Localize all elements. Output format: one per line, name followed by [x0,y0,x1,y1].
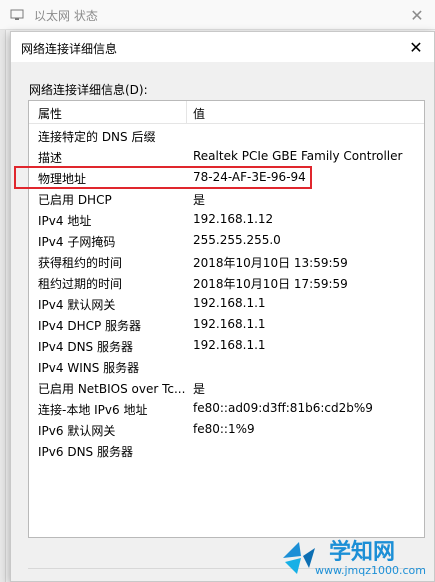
property-cell: IPv6 DNS 服务器 [38,445,133,459]
list-item[interactable]: 租约过期的时间 2018年10月10日 17:59:59 [29,272,424,293]
property-cell: IPv4 DNS 服务器 [38,340,133,354]
value-cell: 192.168.1.1 [193,338,266,352]
value-cell: fe80::ad09:d3ff:81b6:cd2b%9 [193,401,373,415]
listview-header: 属性 值 [29,101,424,124]
list-item[interactable]: 已启用 DHCP 是 [29,188,424,209]
value-cell: 2018年10月10日 17:59:59 [193,277,348,291]
ethernet-status-titlebar: 以太网 状态 ✕ [0,0,435,30]
value-cell: 192.168.1.1 [193,317,266,331]
list-item[interactable]: IPv6 默认网关 fe80::1%9 [29,419,424,440]
value-cell: fe80::1%9 [193,422,255,436]
watermark-title: 学知网 [329,540,396,565]
property-cell: 租约过期的时间 [38,277,123,291]
property-cell: 已启用 NetBIOS over Tc... [38,382,186,396]
property-cell: IPv4 默认网关 [38,298,116,312]
value-cell: 2018年10月10日 13:59:59 [193,256,348,270]
ethernet-status-body-edge [0,30,6,582]
column-header-value[interactable]: 值 [193,105,205,122]
list-item[interactable]: IPv6 DNS 服务器 [29,440,424,461]
network-connection-details-dialog: 网络连接详细信息 ✕ 网络连接详细信息(D): 属性 值 连接特定的 DNS 后… [10,31,435,582]
list-item[interactable]: 连接特定的 DNS 后缀 [29,125,424,146]
list-item[interactable]: 描述 Realtek PCIe GBE Family Controller [29,146,424,167]
list-item[interactable]: IPv4 DNS 服务器 192.168.1.1 [29,335,424,356]
list-item[interactable]: 获得租约的时间 2018年10月10日 13:59:59 [29,251,424,272]
list-item[interactable]: IPv4 地址 192.168.1.12 [29,209,424,230]
watermark-url: www.jmqz1000.com [315,564,426,577]
property-cell: 描述 [38,151,63,165]
column-divider[interactable] [186,101,187,124]
list-item[interactable]: 连接-本地 IPv6 地址 fe80::ad09:d3ff:81b6:cd2b%… [29,398,424,419]
value-cell: 是 [193,382,206,396]
property-cell: IPv6 默认网关 [38,424,116,438]
list-item[interactable]: IPv4 DHCP 服务器 192.168.1.1 [29,314,424,335]
property-cell: 连接-本地 IPv6 地址 [38,403,148,417]
ethernet-status-close-button[interactable]: ✕ [399,0,435,30]
value-cell: 255.255.255.0 [193,233,281,247]
ethernet-status-title: 以太网 状态 [34,9,98,23]
value-cell: 是 [193,193,206,207]
watermark-logo-icon [283,542,315,574]
value-cell: 192.168.1.12 [193,212,274,226]
list-item[interactable]: 物理地址 78-24-AF-3E-96-94 [29,167,424,188]
list-item[interactable]: IPv4 WINS 服务器 [29,356,424,377]
property-cell: IPv4 DHCP 服务器 [38,319,142,333]
property-cell: IPv4 WINS 服务器 [38,361,140,375]
property-cell: IPv4 地址 [38,214,92,228]
close-icon: ✕ [410,5,424,25]
details-list-label: 网络连接详细信息(D): [29,83,148,97]
details-listview[interactable]: 属性 值 连接特定的 DNS 后缀 描述 Realtek PCIe GBE Fa… [28,100,425,538]
dialog-close-button[interactable]: ✕ [398,32,434,62]
value-cell: 192.168.1.1 [193,296,266,310]
property-cell: 连接特定的 DNS 后缀 [38,130,156,144]
list-item[interactable]: IPv4 子网掩码 255.255.255.0 [29,230,424,251]
property-cell: 物理地址 [38,172,87,186]
column-header-property[interactable]: 属性 [38,105,62,122]
dialog-titlebar: 网络连接详细信息 ✕ [11,32,434,62]
value-cell: 78-24-AF-3E-96-94 [193,170,306,184]
property-cell: 获得租约的时间 [38,256,123,270]
list-item[interactable]: IPv4 默认网关 192.168.1.1 [29,293,424,314]
property-cell: 已启用 DHCP [38,193,112,207]
close-icon: ✕ [409,37,423,57]
site-watermark: 学知网 www.jmqz1000.com [269,534,429,580]
dialog-title: 网络连接详细信息 [21,42,118,56]
list-item[interactable]: 已启用 NetBIOS over Tc... 是 [29,377,424,398]
network-icon [10,9,24,20]
property-cell: IPv4 子网掩码 [38,235,116,249]
value-cell: Realtek PCIe GBE Family Controller [193,149,403,163]
